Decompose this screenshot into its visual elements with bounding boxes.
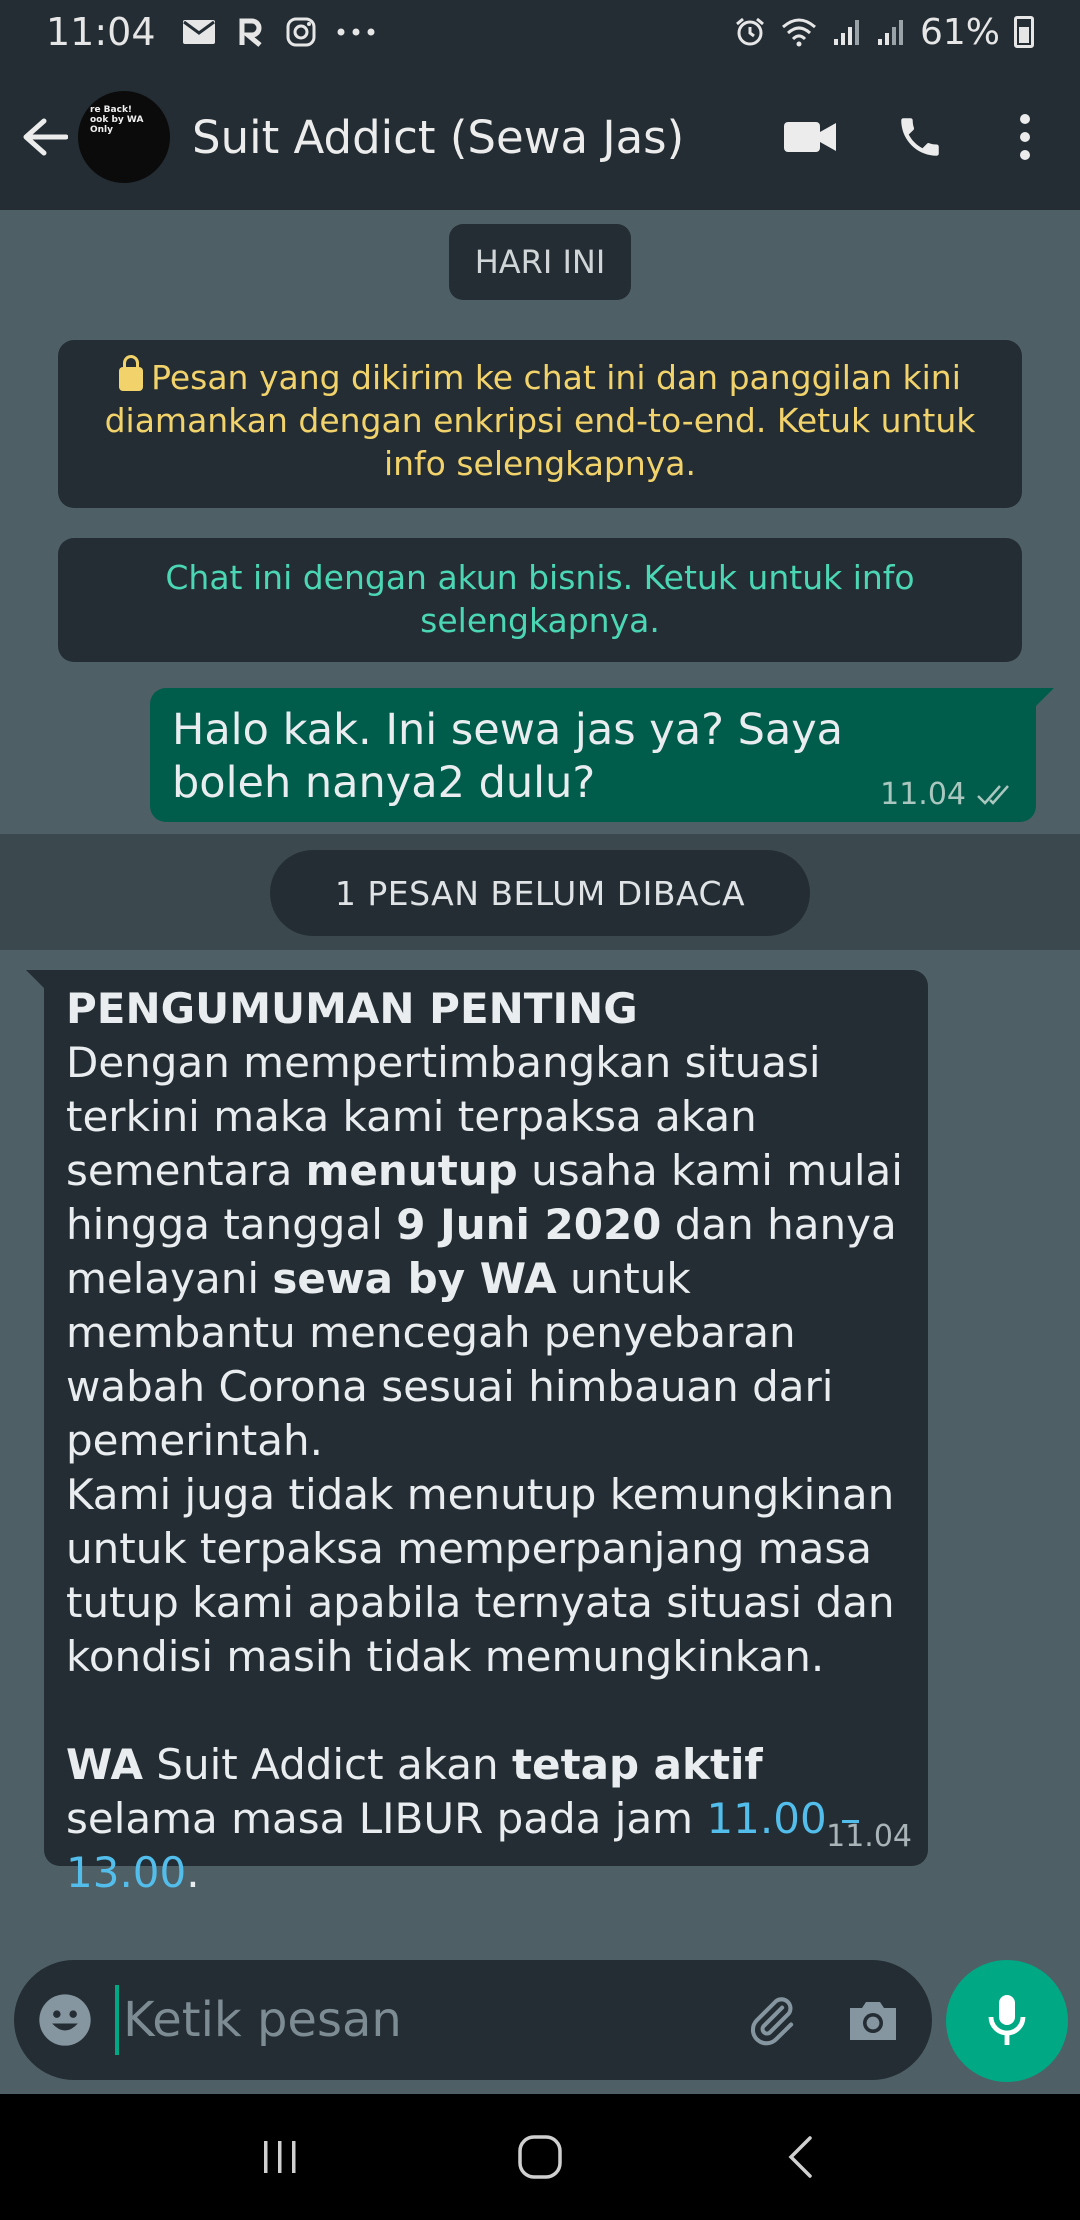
message-segment: . — [186, 1848, 200, 1897]
app-icon — [239, 18, 262, 47]
avatar-text: re Back! ook by WA Only — [90, 105, 144, 135]
back-button[interactable] — [4, 64, 86, 210]
arrow-back-icon — [23, 118, 68, 156]
message-bold-segment: sewa by WA — [272, 1254, 557, 1303]
more-options-button[interactable] — [970, 64, 1080, 210]
system-nav-bar — [0, 2094, 1080, 2220]
alarm-icon — [736, 17, 764, 46]
more-notifications-icon — [337, 28, 375, 36]
outgoing-message[interactable]: Halo kak. Ini sewa jas ya? Saya boleh na… — [150, 688, 1054, 822]
mail-icon — [182, 20, 215, 44]
wifi-icon — [781, 18, 816, 47]
encryption-notice-text: Pesan yang dikirim ke chat ini dan pangg… — [104, 358, 976, 483]
encryption-notice[interactable]: Pesan yang dikirim ke chat ini dan pangg… — [58, 340, 1022, 508]
avatar[interactable]: re Back! ook by WA Only — [78, 91, 170, 183]
video-call-icon — [784, 122, 836, 152]
paperclip-icon — [750, 1997, 793, 2046]
recent-apps-icon — [264, 2141, 296, 2173]
message-bold-segment: 9 Juni 2020 — [396, 1200, 662, 1249]
business-notice[interactable]: Chat ini dengan akun bisnis. Ketuk untuk… — [58, 538, 1022, 662]
incoming-message-time: 11.04 — [826, 1819, 912, 1854]
emoji-button[interactable] — [14, 1960, 115, 2080]
camera-button[interactable] — [823, 1960, 924, 2080]
home-icon — [518, 2135, 562, 2179]
battery-percent: 61% — [919, 11, 1000, 53]
microphone-icon — [988, 1995, 1026, 2045]
double-check-icon — [977, 784, 1009, 805]
outgoing-message-time: 11.04 — [880, 777, 966, 812]
chat-title[interactable]: Suit Addict (Sewa Jas) — [192, 111, 684, 164]
video-call-button[interactable] — [750, 64, 870, 210]
attach-button[interactable] — [721, 1960, 822, 2080]
message-input[interactable] — [119, 1992, 722, 2048]
signal-icon — [833, 20, 859, 45]
message-bold-segment: WA — [66, 1740, 143, 1789]
back-nav-icon — [788, 2136, 812, 2178]
emoji-icon — [39, 1994, 91, 2046]
date-chip: HARI INI — [449, 224, 631, 300]
message-segment: selama masa LIBUR pada jam — [66, 1794, 707, 1843]
recent-apps-button[interactable] — [220, 2094, 340, 2220]
message-bold-segment: menutup — [305, 1146, 518, 1195]
instagram-icon — [286, 17, 316, 47]
message-segment: Suit Addict akan — [142, 1740, 512, 1789]
outgoing-message-text: Halo kak. Ini sewa jas ya? Saya boleh na… — [172, 705, 844, 808]
incoming-message-text: PENGUMUMAN PENTING Dengan mempertimbangk… — [66, 982, 906, 1900]
voice-call-icon — [901, 118, 939, 156]
voice-call-button[interactable] — [870, 64, 970, 210]
incoming-message[interactable]: PENGUMUMAN PENTING Dengan mempertimbangk… — [26, 970, 928, 1897]
chat-header: re Back! ook by WA Only Suit Addict (Sew… — [0, 64, 1080, 210]
status-time: 11:04 — [46, 10, 156, 54]
status-bar: 11:04 61% — [0, 0, 1080, 64]
unread-chip: 1 PESAN BELUM DIBACA — [270, 850, 810, 936]
signal-icon — [877, 20, 903, 45]
chat-area[interactable]: HARI INI Pesan yang dikirim ke chat ini … — [0, 210, 1080, 1955]
announcement-heading: PENGUMUMAN PENTING — [66, 984, 638, 1033]
voice-message-button[interactable] — [946, 1960, 1068, 2082]
business-notice-text: Chat ini dengan akun bisnis. Ketuk untuk… — [165, 558, 915, 640]
lock-icon — [119, 355, 144, 391]
home-button[interactable] — [480, 2094, 600, 2220]
more-options-icon — [1020, 114, 1030, 160]
battery-icon — [1014, 16, 1034, 48]
message-paragraph: Kami juga tidak menutup kemungkinan untu… — [66, 1470, 895, 1681]
back-nav-button[interactable] — [740, 2094, 860, 2220]
message-composer — [14, 1960, 932, 2080]
camera-icon — [850, 2002, 897, 2040]
message-bold-segment: tetap aktif — [512, 1740, 763, 1789]
